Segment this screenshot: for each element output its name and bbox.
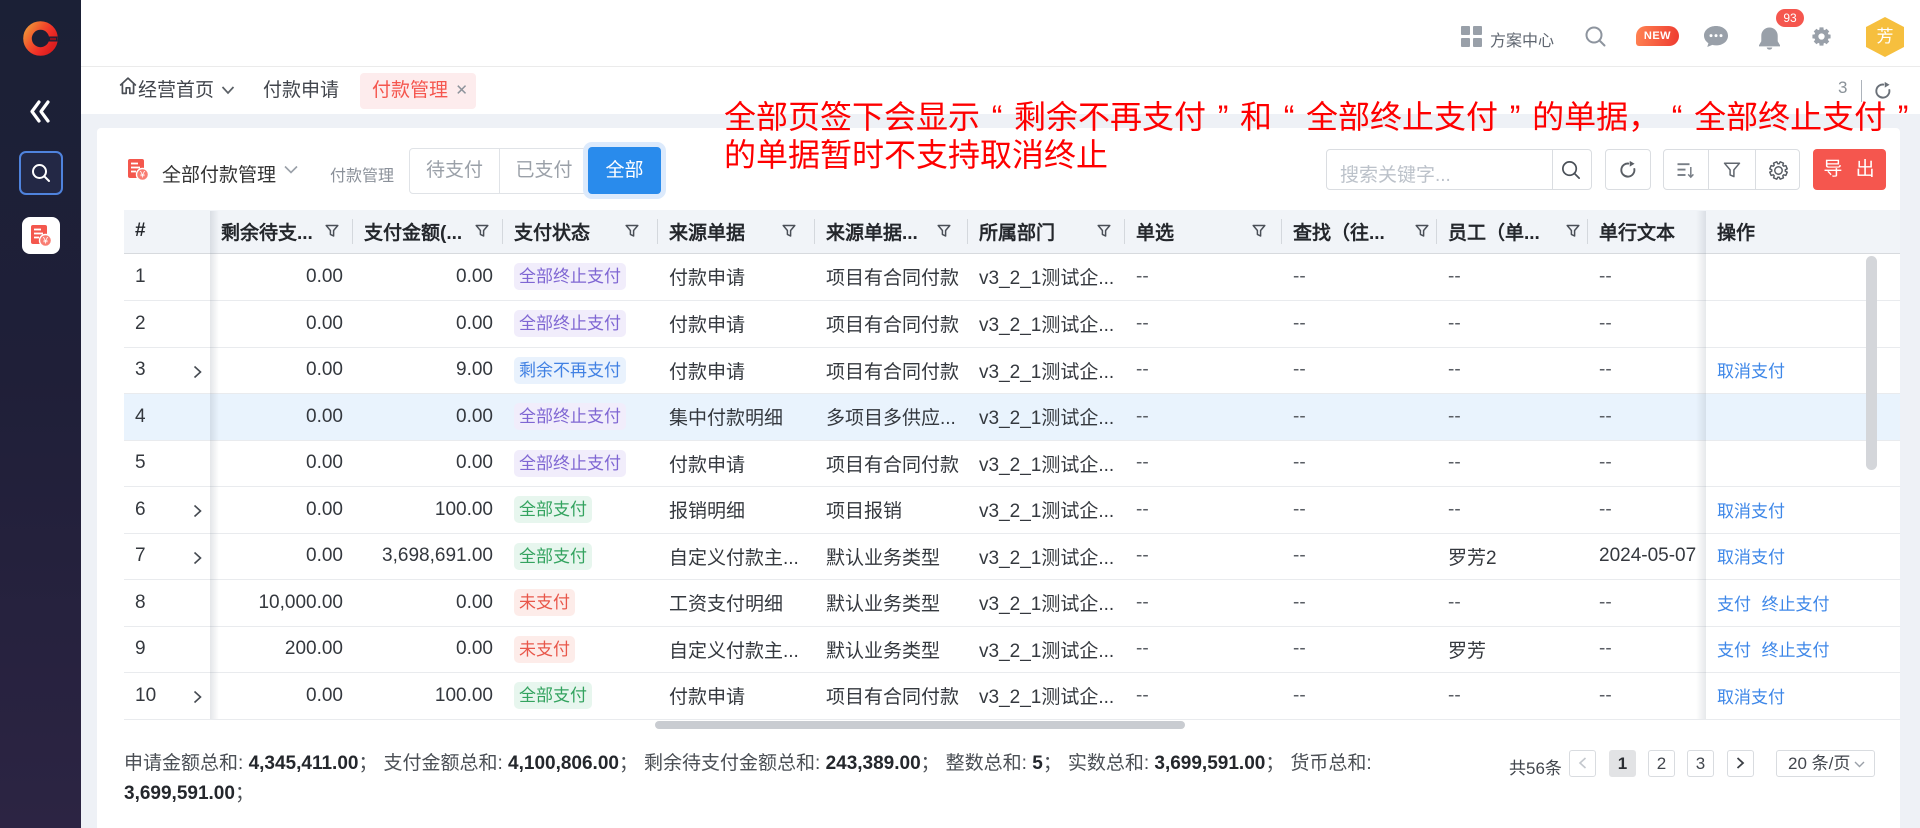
svg-text:¥: ¥ <box>42 236 49 246</box>
svg-text:¥: ¥ <box>139 170 146 180</box>
